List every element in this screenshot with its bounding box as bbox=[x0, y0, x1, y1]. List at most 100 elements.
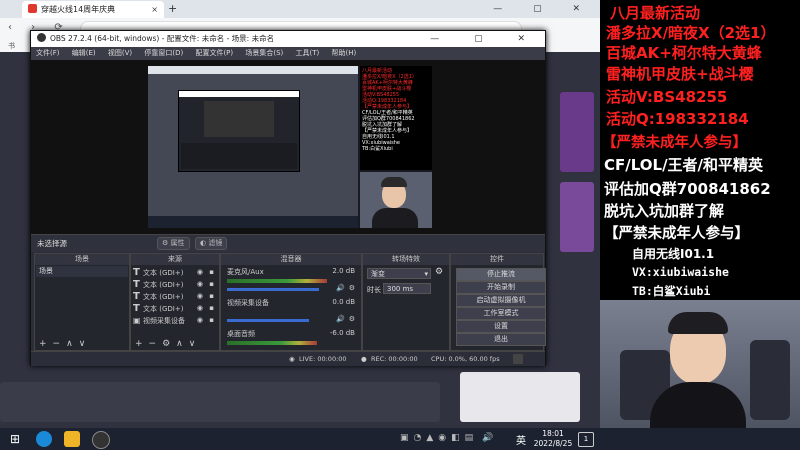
source-item[interactable]: T 文本 (GDI+) ◉ ▪ bbox=[133, 267, 217, 278]
menu-profile[interactable]: 配置文件(P) bbox=[195, 49, 233, 57]
scenes-dock: 场景 场景 +−∧∨ bbox=[34, 253, 130, 351]
source-label: 文本 (GDI+) bbox=[143, 293, 184, 301]
obs-taskbar-icon[interactable] bbox=[92, 431, 110, 449]
text-source-icon: T bbox=[133, 303, 140, 314]
settings-button[interactable]: 设置 bbox=[456, 320, 546, 333]
browser-tab-title: 穿越火线14周年庆典 bbox=[41, 5, 116, 14]
transition-type: 渐变 bbox=[371, 270, 385, 278]
source-label: 文本 (GDI+) bbox=[143, 269, 184, 277]
mixer-dock-title: 混音器 bbox=[221, 254, 361, 265]
clock[interactable]: 18:01 2022/8/25 bbox=[532, 429, 574, 449]
obs-window-controls[interactable]: — ▢ ✕ bbox=[430, 31, 541, 47]
lock-icon[interactable]: ▪ bbox=[209, 291, 214, 302]
eye-icon[interactable]: ◉ bbox=[197, 267, 203, 278]
preview-hair bbox=[381, 177, 407, 187]
gear-icon[interactable]: ⚙ bbox=[435, 267, 443, 277]
source-item[interactable]: T 文本 (GDI+) ◉ ▪ bbox=[133, 279, 217, 290]
transition-select[interactable]: 渐变 ▾ bbox=[367, 268, 431, 279]
ime-indicator[interactable]: 英 bbox=[516, 432, 526, 447]
menu-edit[interactable]: 编辑(E) bbox=[72, 49, 96, 57]
menu-tools[interactable]: 工具(T) bbox=[296, 49, 320, 57]
lock-icon[interactable]: ▪ bbox=[209, 315, 214, 326]
properties-button[interactable]: ⚙ 属性 bbox=[157, 237, 190, 250]
nested-preview bbox=[204, 101, 274, 137]
stream-health-icon bbox=[513, 354, 523, 364]
start-recording-button[interactable]: 开始录制 bbox=[456, 281, 546, 294]
overlay-line: TB:白鲨Xiubi bbox=[632, 284, 711, 298]
overlay-line: VX:xiubiwaishe bbox=[632, 265, 729, 279]
obs-logo-icon bbox=[37, 33, 46, 42]
source-label: 文本 (GDI+) bbox=[143, 305, 184, 313]
lock-icon[interactable]: ▪ bbox=[209, 267, 214, 278]
browser-window-controls[interactable]: — ▢ ✕ bbox=[493, 0, 594, 18]
system-tray-icons[interactable]: ▣◔▲◉◧▤ bbox=[400, 433, 478, 443]
menu-view[interactable]: 视图(V) bbox=[108, 49, 132, 57]
windows-start-icon[interactable]: ⊞ bbox=[10, 432, 20, 446]
clock-date: 2022/8/25 bbox=[533, 439, 573, 448]
filters-button[interactable]: ◐ 滤镜 bbox=[195, 237, 228, 250]
down-icon[interactable]: ∨ bbox=[79, 339, 92, 349]
studio-mode-button[interactable]: 工作室模式 bbox=[456, 307, 546, 320]
up-icon[interactable]: ∧ bbox=[176, 339, 189, 349]
gear-icon[interactable]: ⚙ bbox=[349, 315, 355, 323]
add-icon[interactable]: + bbox=[39, 339, 53, 349]
eye-icon[interactable]: ◉ bbox=[197, 279, 203, 290]
properties-label: 属性 bbox=[170, 239, 185, 247]
gear-icon[interactable]: ⚙ bbox=[162, 339, 176, 349]
eye-icon[interactable]: ◉ bbox=[197, 315, 203, 326]
menu-scene-collection[interactable]: 场景集合(S) bbox=[245, 49, 283, 57]
mixer-dock: 混音器 麦克风/Aux 2.0 dB 🔊 ⚙ 视频采集设备 0.0 dB 🔊 ⚙… bbox=[220, 253, 362, 351]
menu-help[interactable]: 帮助(H) bbox=[332, 49, 357, 57]
virtual-camera-button[interactable]: 启动虚拟摄像机 bbox=[456, 294, 546, 307]
transitions-dock: 转场特效 渐变 ▾ ⚙ 时长 300 ms bbox=[362, 253, 450, 351]
remove-icon[interactable]: − bbox=[53, 339, 67, 349]
volume-slider[interactable] bbox=[227, 288, 320, 291]
scene-item[interactable]: 场景 bbox=[36, 266, 128, 277]
add-icon[interactable]: + bbox=[135, 339, 149, 349]
preview-body bbox=[372, 208, 418, 228]
exit-button[interactable]: 退出 bbox=[456, 333, 546, 346]
streamer-hair bbox=[668, 312, 728, 334]
lock-icon[interactable]: ▪ bbox=[209, 279, 214, 290]
speaker-icon[interactable]: 🔊 bbox=[336, 284, 345, 292]
notification-icon[interactable]: 1 bbox=[578, 432, 594, 447]
controls-dock-title: 控件 bbox=[451, 254, 543, 265]
tab-close-icon[interactable]: × bbox=[151, 1, 158, 18]
obs-preview[interactable]: 八月最新活动 潘多拉X/暗夜X（2选1） 百城AK+柯尔特大黄蜂 雷神机甲皮肤+… bbox=[31, 60, 545, 234]
source-item[interactable]: T 文本 (GDI+) ◉ ▪ bbox=[133, 291, 217, 302]
preview-taskbar bbox=[148, 216, 358, 228]
volume-slider[interactable] bbox=[227, 319, 309, 322]
up-icon[interactable]: ∧ bbox=[66, 339, 79, 349]
browser-tab[interactable]: 穿越火线14周年庆典 × bbox=[22, 1, 164, 18]
remove-icon[interactable]: − bbox=[149, 339, 163, 349]
stop-streaming-button[interactable]: 停止推流 bbox=[456, 268, 546, 281]
overlay-line: 潘多拉X/暗夜X（2选1） bbox=[606, 24, 776, 42]
new-tab-button[interactable]: + bbox=[168, 0, 177, 18]
overlay-line: 脱坑入坑加群了解 bbox=[604, 202, 725, 220]
filter-icon: ◐ bbox=[200, 239, 207, 247]
menu-file[interactable]: 文件(F) bbox=[36, 49, 60, 57]
gear-icon[interactable]: ⚙ bbox=[349, 284, 355, 292]
eye-icon[interactable]: ◉ bbox=[197, 291, 203, 302]
obs-menu-bar: 文件(F) 编辑(E) 视图(V) 停靠窗口(D) 配置文件(P) 场景集合(S… bbox=[31, 47, 545, 60]
controls-dock: 控件 停止推流 开始录制 启动虚拟摄像机 工作室模式 设置 退出 bbox=[450, 253, 546, 351]
source-toolbar: 未选择源 ⚙ 属性 ◐ 滤镜 bbox=[31, 234, 545, 252]
bookmark-label[interactable]: 书 bbox=[8, 42, 15, 50]
down-icon[interactable]: ∨ bbox=[189, 339, 202, 349]
menu-docks[interactable]: 停靠窗口(D) bbox=[144, 49, 183, 57]
overlay-line: 活动Q:198332184 bbox=[606, 110, 749, 128]
source-item[interactable]: ▣ 视频采集设备 ◉ ▪ bbox=[133, 315, 217, 326]
lock-icon[interactable]: ▪ bbox=[209, 303, 214, 314]
browser-taskbar-icon[interactable] bbox=[36, 431, 52, 447]
live-timer: LIVE: 00:00:00 bbox=[299, 355, 347, 363]
source-item[interactable]: T 文本 (GDI+) ◉ ▪ bbox=[133, 303, 217, 314]
windows-taskbar: ⊞ ▣◔▲◉◧▤ 🔊 英 18:01 2022/8/25 1 bbox=[0, 428, 800, 450]
eye-icon[interactable]: ◉ bbox=[197, 303, 203, 314]
chevron-down-icon: ▾ bbox=[424, 270, 428, 278]
speaker-icon[interactable]: 🔊 bbox=[336, 315, 345, 323]
duration-input[interactable]: 300 ms bbox=[383, 283, 431, 294]
network-icon[interactable]: 🔊 bbox=[482, 433, 497, 443]
app-taskbar-icon[interactable] bbox=[64, 431, 80, 447]
channel-db: 2.0 dB bbox=[332, 267, 355, 275]
channel-name: 麦克风/Aux bbox=[227, 268, 264, 276]
